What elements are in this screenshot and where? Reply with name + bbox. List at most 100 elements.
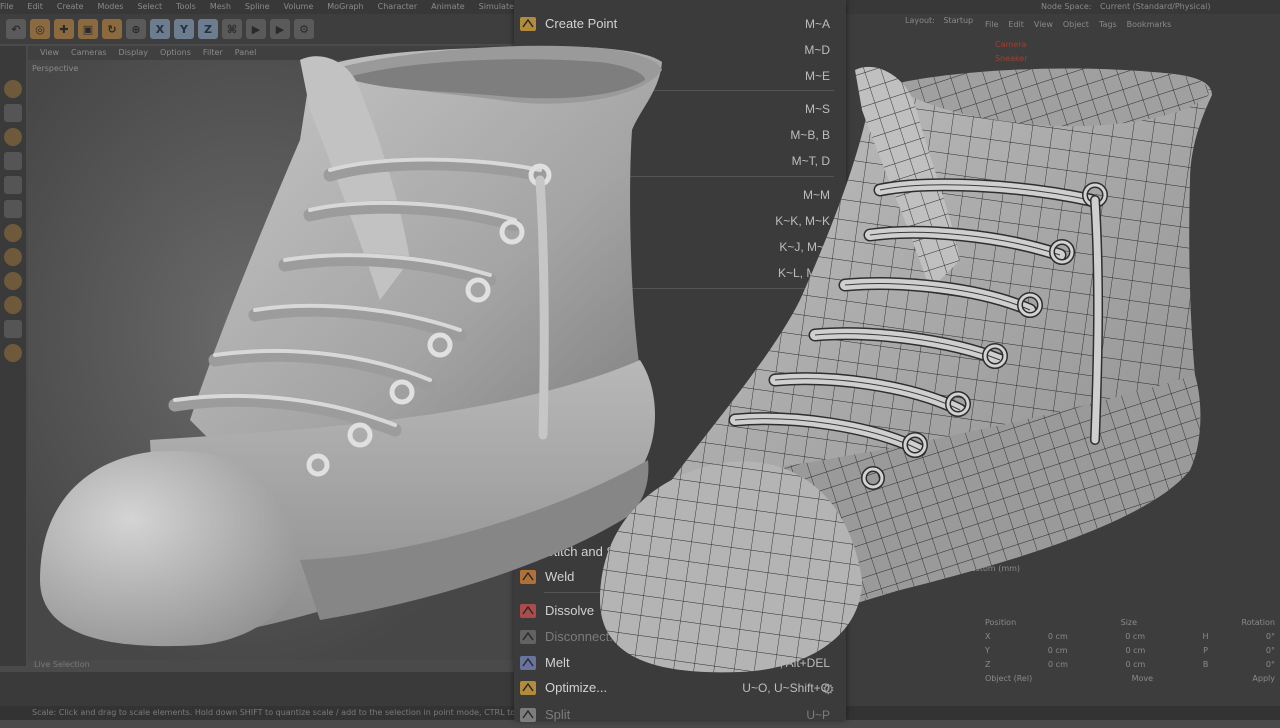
snap-settings-icon[interactable] bbox=[4, 248, 22, 266]
object-manager-menu-item[interactable]: Edit bbox=[1008, 20, 1024, 29]
menu-separator bbox=[544, 288, 834, 289]
attribute-row: Focal Length bbox=[965, 532, 1016, 541]
menu-item-stitch-and-sew[interactable]: Stitch and Sew bbox=[514, 540, 846, 565]
left-tool-palette bbox=[0, 46, 26, 666]
menu-item-create-point[interactable]: Create Point M~A bbox=[514, 12, 846, 37]
layout-value[interactable]: Startup bbox=[943, 16, 973, 25]
right-header: Node Space: Current (Standard/Physical) … bbox=[845, 0, 1280, 25]
menu-item-item-9[interactable]: K~L, M~L bbox=[514, 261, 846, 286]
menu-item-item-2[interactable]: M~E bbox=[514, 64, 846, 89]
menu-item-edges[interactable]: /Edges M~M bbox=[514, 183, 846, 208]
menu-item-item-8[interactable]: K~J, M~J bbox=[514, 235, 846, 260]
top-menu-item[interactable]: Select bbox=[137, 2, 162, 11]
top-menu-item[interactable]: Animate bbox=[431, 2, 465, 11]
menu-item-item-3[interactable]: M~S bbox=[514, 97, 846, 122]
top-menu-item[interactable]: Spline bbox=[245, 2, 270, 11]
workplane-icon[interactable] bbox=[4, 272, 22, 290]
coord-rot[interactable]: 0° bbox=[1266, 646, 1275, 655]
coord-pos[interactable]: 0 cm bbox=[1048, 660, 1068, 669]
menu-item-label: Collapse bbox=[545, 518, 596, 533]
node-space-value[interactable]: Current (Standard/Physical) bbox=[1100, 2, 1210, 11]
axis-y-button[interactable]: Y bbox=[174, 19, 194, 39]
top-menu-item[interactable]: Create bbox=[57, 2, 84, 11]
menu-item-item-1[interactable]: M~D bbox=[514, 38, 846, 63]
object-camera[interactable]: Camera bbox=[995, 40, 1026, 49]
coordinate-system-icon[interactable]: ⌘ bbox=[222, 19, 242, 39]
render-settings-icon[interactable]: ⚙ bbox=[294, 19, 314, 39]
top-menu-item[interactable]: MoGraph bbox=[327, 2, 363, 11]
render-view-icon[interactable]: ▶ bbox=[246, 19, 266, 39]
top-menu-item[interactable]: File bbox=[0, 2, 13, 11]
polygons-mode-icon[interactable] bbox=[4, 200, 22, 218]
coord-size[interactable]: 0 cm bbox=[1125, 632, 1145, 641]
viewport-menu-item[interactable]: Options bbox=[160, 48, 191, 57]
axis-x-button[interactable]: X bbox=[150, 19, 170, 39]
coordinates-panel: Position Size Rotation X 0 cm 0 cm H 0° Y 0 cm… bbox=[985, 615, 1275, 685]
menu-item-mirror[interactable]: Mirror bbox=[514, 481, 846, 506]
coord-size[interactable]: 0 cm bbox=[1125, 646, 1145, 655]
recent-tool-icon[interactable]: ⊕ bbox=[126, 19, 146, 39]
points-mode-icon[interactable] bbox=[4, 152, 22, 170]
snap-icon[interactable] bbox=[4, 224, 22, 242]
coord-mode-dropdown[interactable]: Object (Rel) bbox=[985, 674, 1032, 683]
viewport[interactable] bbox=[28, 60, 518, 660]
scale-icon[interactable]: ▣ bbox=[78, 19, 98, 39]
top-menu-item[interactable]: Mesh bbox=[210, 2, 231, 11]
menu-item-shortcut: M~E bbox=[804, 69, 830, 83]
coord-pos[interactable]: 0 cm bbox=[1048, 632, 1068, 641]
menu-item-item-5[interactable]: M~T, D bbox=[514, 149, 846, 174]
viewport-menu-item[interactable]: Display bbox=[119, 48, 149, 57]
optimize-settings-gear-icon[interactable]: ⚙ bbox=[822, 682, 835, 698]
top-menu-item[interactable]: Volume bbox=[284, 2, 314, 11]
menu-item-dissolve[interactable]: Dissolve bbox=[514, 599, 846, 624]
texture-mode-icon[interactable] bbox=[4, 128, 22, 146]
object-manager-menu-item[interactable]: View bbox=[1034, 20, 1053, 29]
object-manager-menu-item[interactable]: Bookmarks bbox=[1127, 20, 1172, 29]
model-mode-icon[interactable] bbox=[4, 104, 22, 122]
menu-item-optimize[interactable]: Optimize... U~O, U~Shift+O bbox=[514, 676, 846, 701]
menu-item-split[interactable]: Split U~P bbox=[514, 703, 846, 728]
viewport-menu-item[interactable]: Filter bbox=[203, 48, 223, 57]
edges-mode-icon[interactable] bbox=[4, 176, 22, 194]
menu-item-collapse[interactable]: Collapse bbox=[514, 514, 846, 539]
object-manager-menu-item[interactable]: Object bbox=[1063, 20, 1089, 29]
viewport-menu-item[interactable]: Cameras bbox=[71, 48, 107, 57]
coord-rot[interactable]: 0° bbox=[1266, 632, 1275, 641]
top-menu-item[interactable]: Edit bbox=[27, 2, 43, 11]
top-menu-item[interactable]: Tools bbox=[176, 2, 196, 11]
top-menu-item[interactable]: Character bbox=[378, 2, 418, 11]
object-manager-menu-item[interactable]: File bbox=[985, 20, 998, 29]
menu-item-item-4[interactable]: M~B, B bbox=[514, 123, 846, 148]
make-editable-icon[interactable] bbox=[4, 80, 22, 98]
render-icon[interactable]: ▶ bbox=[270, 19, 290, 39]
top-menu-item[interactable]: Modes bbox=[97, 2, 123, 11]
move-icon[interactable]: ✚ bbox=[54, 19, 74, 39]
top-menu-item[interactable]: Simulate bbox=[479, 2, 514, 11]
undo-icon[interactable]: ↶ bbox=[6, 19, 26, 39]
locked-workplane-icon[interactable] bbox=[4, 296, 22, 314]
coord-pos[interactable]: 0 cm bbox=[1048, 646, 1068, 655]
axis-z-button[interactable]: Z bbox=[198, 19, 218, 39]
coord-size[interactable]: 0 cm bbox=[1125, 660, 1145, 669]
menu-item-item-7[interactable]: K~K, M~K bbox=[514, 209, 846, 234]
solo-icon[interactable] bbox=[4, 320, 22, 338]
menu-item-label: Mirror bbox=[545, 485, 579, 500]
menu-item-melt[interactable]: Melt U~Z, Alt+BS, Alt+DEL bbox=[514, 651, 846, 676]
object-sneaker[interactable]: Sneaker bbox=[995, 54, 1028, 63]
rotate-icon[interactable]: ↻ bbox=[102, 19, 122, 39]
menu-item-shortcut: U~O, U~Shift+O bbox=[742, 681, 830, 695]
live-selection-icon[interactable]: ◎ bbox=[30, 19, 50, 39]
menu-item-weld[interactable]: Weld bbox=[514, 565, 846, 590]
mirror-icon bbox=[518, 484, 538, 502]
menu-item-disconnect[interactable]: Disconnect... bbox=[514, 625, 846, 650]
viewport-menu-item[interactable]: Panel bbox=[235, 48, 257, 57]
object-manager-menu-item[interactable]: Tags bbox=[1099, 20, 1117, 29]
mesh-context-menu: Create Point M~A M~D M~E M~S M~B, B M~T, D/Edg… bbox=[514, 0, 846, 722]
viewport-menu-item[interactable]: View bbox=[40, 48, 59, 57]
menu-item-item-10[interactable]: M~C bbox=[514, 294, 846, 319]
attribute-row: Sensor Size bbox=[965, 548, 1012, 557]
main-toolbar: ↶ ◎ ✚ ▣ ↻ ⊕ X Y Z ⌘ ▶ ▶ ⚙ bbox=[0, 14, 520, 44]
coord-rot[interactable]: 0° bbox=[1266, 660, 1275, 669]
coord-apply-button[interactable]: Apply bbox=[1252, 674, 1275, 683]
layers-icon[interactable] bbox=[4, 344, 22, 362]
